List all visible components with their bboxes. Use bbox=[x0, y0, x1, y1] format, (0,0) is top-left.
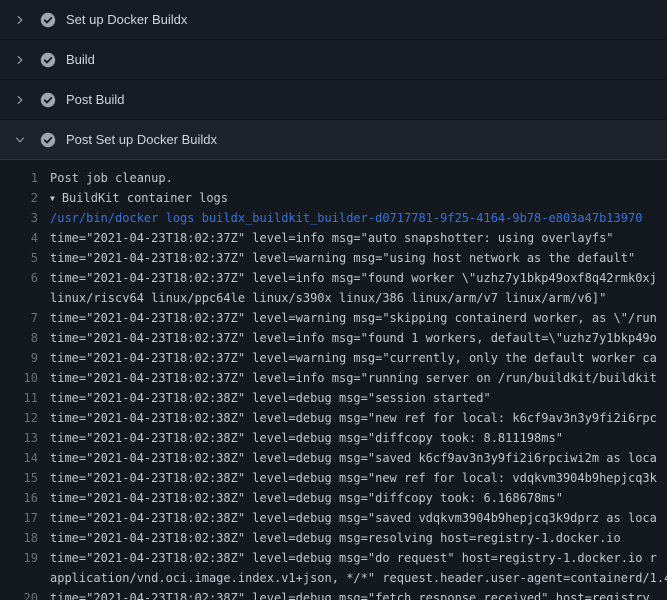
log-line[interactable]: 18time="2021-04-23T18:02:38Z" level=debu… bbox=[0, 528, 667, 548]
log-line-text: time="2021-04-23T18:02:38Z" level=debug … bbox=[50, 468, 657, 488]
log-line[interactable]: 4time="2021-04-23T18:02:37Z" level=info … bbox=[0, 228, 667, 248]
log-line-number[interactable]: 8 bbox=[0, 328, 50, 348]
group-title: BuildKit container logs bbox=[62, 191, 228, 205]
step-header[interactable]: Build bbox=[0, 40, 667, 80]
log-line-text: time="2021-04-23T18:02:37Z" level=info m… bbox=[50, 328, 657, 348]
log-command-text: /usr/bin/docker logs buildx_buildkit_bui… bbox=[50, 208, 642, 228]
chevron-right-icon[interactable] bbox=[14, 54, 26, 66]
log-line[interactable]: 13time="2021-04-23T18:02:38Z" level=debu… bbox=[0, 428, 667, 448]
log-line-text: time="2021-04-23T18:02:38Z" level=debug … bbox=[50, 428, 563, 448]
log-line-number[interactable]: 12 bbox=[0, 408, 50, 428]
check-circle-icon bbox=[40, 12, 56, 28]
log-line-number[interactable]: 7 bbox=[0, 308, 50, 328]
log-line[interactable]: 5time="2021-04-23T18:02:37Z" level=warni… bbox=[0, 248, 667, 268]
log-line-number[interactable]: 1 bbox=[0, 168, 50, 188]
check-circle-icon bbox=[40, 132, 56, 148]
chevron-down-icon[interactable] bbox=[14, 134, 26, 146]
log-line-text: time="2021-04-23T18:02:37Z" level=info m… bbox=[50, 228, 614, 248]
log-line[interactable]: 8time="2021-04-23T18:02:37Z" level=info … bbox=[0, 328, 667, 348]
log-line-text: time="2021-04-23T18:02:38Z" level=debug … bbox=[50, 408, 657, 428]
log-line-text: time="2021-04-23T18:02:38Z" level=debug … bbox=[50, 528, 621, 548]
log-line[interactable]: 17time="2021-04-23T18:02:38Z" level=debu… bbox=[0, 508, 667, 528]
log-line-number[interactable] bbox=[0, 568, 50, 588]
log-line-text: time="2021-04-23T18:02:38Z" level=debug … bbox=[50, 448, 657, 468]
step-title: Set up Docker Buildx bbox=[66, 12, 187, 27]
log-line-number[interactable]: 4 bbox=[0, 228, 50, 248]
log-line-number[interactable]: 11 bbox=[0, 388, 50, 408]
log-line-text: time="2021-04-23T18:02:38Z" level=debug … bbox=[50, 388, 491, 408]
log-line-text: linux/riscv64 linux/ppc64le linux/s390x … bbox=[50, 288, 606, 308]
check-circle-icon bbox=[40, 52, 56, 68]
step-header[interactable]: Post Set up Docker Buildx bbox=[0, 120, 667, 160]
chevron-right-icon[interactable] bbox=[14, 94, 26, 106]
log-line-number[interactable]: 3 bbox=[0, 208, 50, 228]
chevron-right-icon[interactable] bbox=[14, 14, 26, 26]
log-panel: 1Post job cleanup.2▼ BuildKit container l… bbox=[0, 160, 667, 600]
step-header[interactable]: Set up Docker Buildx bbox=[0, 0, 667, 40]
log-line[interactable]: 7time="2021-04-23T18:02:37Z" level=warni… bbox=[0, 308, 667, 328]
log-line[interactable]: 1Post job cleanup. bbox=[0, 168, 667, 188]
log-line[interactable]: 12time="2021-04-23T18:02:38Z" level=debu… bbox=[0, 408, 667, 428]
log-line[interactable]: 9time="2021-04-23T18:02:37Z" level=warni… bbox=[0, 348, 667, 368]
log-line-number[interactable]: 14 bbox=[0, 448, 50, 468]
log-line-text: time="2021-04-23T18:02:38Z" level=debug … bbox=[50, 488, 563, 508]
log-line-number[interactable]: 10 bbox=[0, 368, 50, 388]
log-line-text: ▼ BuildKit container logs bbox=[50, 188, 228, 208]
step-title: Post Build bbox=[66, 92, 125, 107]
log-line-number[interactable]: 5 bbox=[0, 248, 50, 268]
log-line-number[interactable]: 19 bbox=[0, 548, 50, 568]
log-line-number[interactable]: 18 bbox=[0, 528, 50, 548]
log-line[interactable]: 11time="2021-04-23T18:02:38Z" level=debu… bbox=[0, 388, 667, 408]
log-line-number[interactable]: 15 bbox=[0, 468, 50, 488]
log-line-text: time="2021-04-23T18:02:37Z" level=info m… bbox=[50, 368, 657, 388]
log-line-text: Post job cleanup. bbox=[50, 168, 173, 188]
log-line-text: time="2021-04-23T18:02:38Z" level=debug … bbox=[50, 508, 657, 528]
log-line[interactable]: 10time="2021-04-23T18:02:37Z" level=info… bbox=[0, 368, 667, 388]
group-collapse-icon[interactable]: ▼ bbox=[50, 189, 55, 208]
log-line-number[interactable]: 2 bbox=[0, 188, 50, 208]
log-line[interactable]: 20time="2021-04-23T18:02:38Z" level=debu… bbox=[0, 588, 667, 600]
log-line-text: time="2021-04-23T18:02:37Z" level=warnin… bbox=[50, 248, 635, 268]
step-list: Set up Docker Buildx Build Post Build Post … bbox=[0, 0, 667, 160]
log-line[interactable]: 3/usr/bin/docker logs buildx_buildkit_bu… bbox=[0, 208, 667, 228]
log-line-number[interactable] bbox=[0, 288, 50, 308]
log-line[interactable]: 2▼ BuildKit container logs bbox=[0, 188, 667, 208]
log-line-text: time="2021-04-23T18:02:38Z" level=debug … bbox=[50, 588, 650, 600]
log-line-text: time="2021-04-23T18:02:37Z" level=info m… bbox=[50, 268, 657, 288]
log-line-number[interactable]: 16 bbox=[0, 488, 50, 508]
step-title: Post Set up Docker Buildx bbox=[66, 132, 217, 147]
log-line-text: time="2021-04-23T18:02:37Z" level=warnin… bbox=[50, 308, 657, 328]
log-line[interactable]: 6time="2021-04-23T18:02:37Z" level=info … bbox=[0, 268, 667, 288]
log-line-number[interactable]: 20 bbox=[0, 588, 50, 600]
log-line-text: time="2021-04-23T18:02:38Z" level=debug … bbox=[50, 548, 657, 568]
log-line[interactable]: 15time="2021-04-23T18:02:38Z" level=debu… bbox=[0, 468, 667, 488]
log-line[interactable]: 19time="2021-04-23T18:02:38Z" level=debu… bbox=[0, 548, 667, 568]
log-line[interactable]: linux/riscv64 linux/ppc64le linux/s390x … bbox=[0, 288, 667, 308]
log-line-number[interactable]: 13 bbox=[0, 428, 50, 448]
log-line-text: application/vnd.oci.image.index.v1+json,… bbox=[50, 568, 667, 588]
log-line-number[interactable]: 17 bbox=[0, 508, 50, 528]
step-title: Build bbox=[66, 52, 95, 67]
check-circle-icon bbox=[40, 92, 56, 108]
log-line-text: time="2021-04-23T18:02:37Z" level=warnin… bbox=[50, 348, 657, 368]
step-header[interactable]: Post Build bbox=[0, 80, 667, 120]
log-line[interactable]: 16time="2021-04-23T18:02:38Z" level=debu… bbox=[0, 488, 667, 508]
log-line-number[interactable]: 6 bbox=[0, 268, 50, 288]
log-line-number[interactable]: 9 bbox=[0, 348, 50, 368]
log-line[interactable]: application/vnd.oci.image.index.v1+json,… bbox=[0, 568, 667, 588]
log-line[interactable]: 14time="2021-04-23T18:02:38Z" level=debu… bbox=[0, 448, 667, 468]
